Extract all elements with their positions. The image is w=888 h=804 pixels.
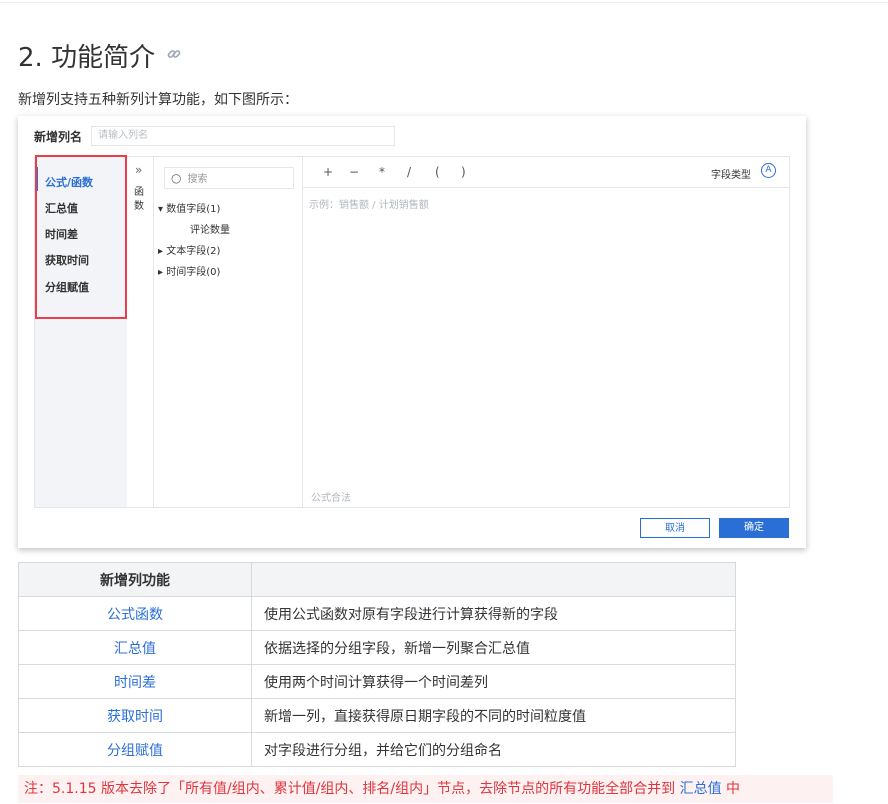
table-row: 获取时间 新增一列，直接获得原日期字段的不同的时间粒度值 bbox=[18, 698, 736, 733]
feature-link[interactable]: 分组赋值 bbox=[18, 732, 252, 767]
field-search-input[interactable]: ○ 搜索 bbox=[164, 167, 294, 189]
operator-divide[interactable]: / bbox=[407, 165, 411, 179]
version-note: 注：5.1.15 版本去除了「所有值/组内、累计值/组内、排名/组内」节点，去除… bbox=[18, 775, 833, 803]
note-link-summary[interactable]: 汇总值 bbox=[680, 781, 722, 797]
feature-link[interactable]: 获取时间 bbox=[18, 698, 252, 733]
operator-plus[interactable]: + bbox=[323, 165, 333, 179]
dialog-screenshot: 新增列名 请输入列名 公式/函数 汇总值 时间差 获取时间 分组赋值 » 函 数… bbox=[18, 116, 806, 548]
section-heading: 2. 功能简介 bbox=[18, 37, 181, 74]
formula-panel: 公式/函数 汇总值 时间差 获取时间 分组赋值 » 函 数 ○ 搜索 ▾ 数值字段… bbox=[34, 155, 790, 508]
feature-table: 新增列功能 公式函数 使用公式函数对原有字段进行计算获得新的字段 汇总值 依据选… bbox=[18, 562, 736, 767]
table-row: 分组赋值 对字段进行分组，并给它们的分组命名 bbox=[18, 732, 736, 767]
feature-link[interactable]: 公式函数 bbox=[18, 596, 252, 631]
operator-multiply[interactable]: * bbox=[379, 165, 385, 179]
feature-description: 对字段进行分组，并给它们的分组命名 bbox=[251, 732, 736, 767]
top-divider bbox=[0, 2, 888, 3]
link-icon[interactable] bbox=[167, 47, 181, 65]
function-nav: 公式/函数 汇总值 时间差 获取时间 分组赋值 bbox=[35, 155, 127, 507]
formula-example: 示例：销售额 / 计划销售额 bbox=[309, 200, 429, 211]
intro-text: 新增列支持五种新列计算功能，如下图所示： bbox=[18, 92, 298, 108]
field-type-label: 字段类型 bbox=[711, 170, 751, 181]
feature-link[interactable]: 汇总值 bbox=[18, 630, 252, 665]
note-text: 注：5.1.15 版本去除了「所有值/组内、累计值/组内、排名/组内」节点，去除… bbox=[24, 781, 680, 797]
formula-editor[interactable]: + − * / ( ) 字段类型 A 示例：销售额 / 计划销售额 公式合法 bbox=[303, 157, 789, 507]
tree-node-comment-count[interactable]: 评论数量 bbox=[190, 221, 230, 236]
feature-description: 使用公式函数对原有字段进行计算获得新的字段 bbox=[251, 596, 736, 631]
feature-description: 使用两个时间计算获得一个时间差列 bbox=[251, 664, 736, 699]
field-type-icon[interactable]: A bbox=[761, 163, 776, 178]
table-header-cell bbox=[251, 562, 736, 597]
highlight-box bbox=[35, 155, 127, 319]
table-row: 时间差 使用两个时间计算获得一个时间差列 bbox=[18, 664, 736, 699]
function-strip: » 函 数 bbox=[127, 157, 154, 507]
operator-bar: + − * / ( ) 字段类型 A bbox=[303, 157, 789, 188]
search-icon: ○ bbox=[171, 171, 182, 185]
formula-status: 公式合法 bbox=[311, 493, 351, 504]
function-strip-label-2: 数 bbox=[134, 201, 144, 212]
operator-minus[interactable]: − bbox=[349, 165, 359, 179]
table-row: 汇总值 依据选择的分组字段，新增一列聚合汇总值 bbox=[18, 630, 736, 665]
operator-open-paren[interactable]: ( bbox=[435, 165, 440, 179]
feature-description: 新增一列，直接获得原日期字段的不同的时间粒度值 bbox=[251, 698, 736, 733]
section-heading-text: 2. 功能简介 bbox=[18, 43, 156, 73]
field-search-placeholder: 搜索 bbox=[187, 174, 208, 185]
confirm-button[interactable]: 确定 bbox=[719, 518, 789, 538]
feature-description: 依据选择的分组字段，新增一列聚合汇总值 bbox=[251, 630, 736, 665]
function-strip-label-1: 函 bbox=[134, 187, 144, 198]
table-row: 公式函数 使用公式函数对原有字段进行计算获得新的字段 bbox=[18, 596, 736, 631]
table-header-cell: 新增列功能 bbox=[18, 562, 252, 597]
table-header-row: 新增列功能 bbox=[18, 562, 736, 597]
double-chevron-right-icon[interactable]: » bbox=[135, 163, 142, 177]
tree-node-numeric[interactable]: ▾ 数值字段(1) bbox=[158, 200, 220, 215]
column-name-input[interactable]: 请输入列名 bbox=[91, 126, 395, 146]
column-name-label: 新增列名 bbox=[34, 130, 83, 144]
tree-node-text[interactable]: ▸ 文本字段(2) bbox=[158, 242, 220, 257]
note-text-end: 中 bbox=[721, 781, 741, 797]
field-tree: ○ 搜索 ▾ 数值字段(1) 评论数量 ▸ 文本字段(2) ▸ 时间字段(0) bbox=[154, 157, 303, 507]
operator-close-paren[interactable]: ) bbox=[461, 165, 466, 179]
tree-node-time[interactable]: ▸ 时间字段(0) bbox=[158, 263, 220, 278]
cancel-button[interactable]: 取消 bbox=[640, 518, 710, 538]
feature-link[interactable]: 时间差 bbox=[18, 664, 252, 699]
